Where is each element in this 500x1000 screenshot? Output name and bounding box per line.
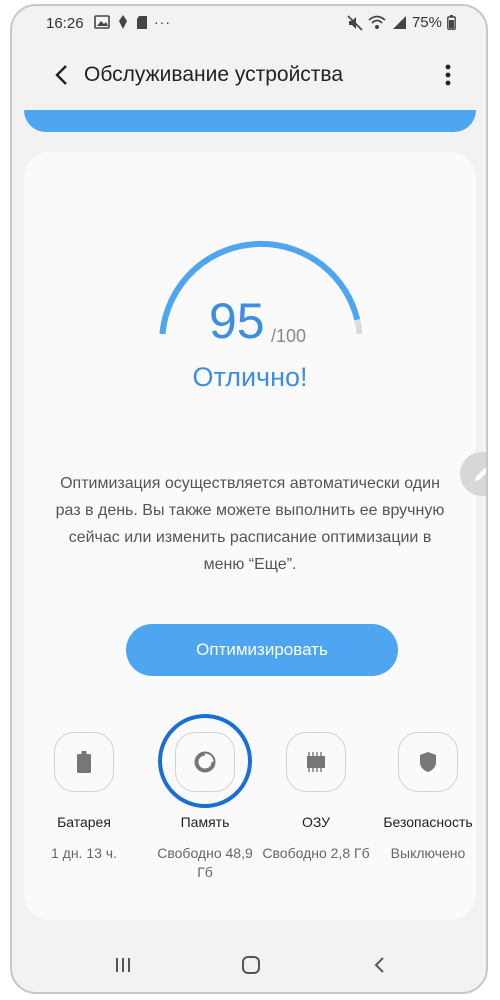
wifi-icon bbox=[368, 15, 386, 29]
more-options-button[interactable] bbox=[436, 60, 460, 90]
memory-chip-icon bbox=[307, 752, 325, 772]
feature-value: 1 дн. 13 ч. bbox=[50, 845, 117, 861]
device-care-card: 95 /100 Отлично! Оптимизация осуществляе… bbox=[24, 152, 476, 920]
feature-storage[interactable]: Память Свободно 48,9 Гб bbox=[150, 714, 260, 882]
previous-card-edge bbox=[24, 110, 476, 132]
feature-icon-box[interactable] bbox=[175, 732, 235, 792]
mute-icon bbox=[347, 14, 363, 31]
back-button[interactable] bbox=[46, 60, 76, 90]
pencil-icon bbox=[475, 468, 486, 481]
feature-grid: Батарея 1 дн. 13 ч. Память Свободно 48,9… bbox=[24, 714, 476, 892]
signal-icon bbox=[392, 16, 406, 29]
bixby-icon bbox=[119, 15, 127, 29]
feature-icon-box[interactable] bbox=[54, 732, 114, 792]
score-max: /100 bbox=[271, 326, 307, 346]
status-system-icons: 75% bbox=[347, 14, 456, 31]
feature-label: Безопасность bbox=[383, 814, 473, 830]
battery-percent: 75% bbox=[411, 14, 442, 31]
feature-label: Батарея bbox=[57, 814, 111, 830]
status-time: 16:26 bbox=[46, 15, 84, 32]
feature-label: Память bbox=[180, 814, 230, 830]
score-status: Отлично! bbox=[192, 362, 308, 392]
status-notification-icons: ··· bbox=[94, 14, 171, 30]
recents-icon bbox=[116, 958, 130, 972]
back-nav-icon bbox=[374, 957, 384, 973]
feature-security[interactable]: Безопасность Выключено bbox=[373, 732, 483, 863]
battery-status-icon bbox=[447, 15, 456, 30]
gallery-icon bbox=[94, 15, 110, 29]
feature-value: Выключено bbox=[390, 845, 466, 861]
page-title: Обслуживание устройства bbox=[84, 63, 344, 86]
status-more-dots: ··· bbox=[154, 14, 171, 30]
home-icon bbox=[242, 956, 260, 974]
feature-icon-box[interactable] bbox=[286, 732, 346, 792]
feature-label: ОЗУ bbox=[301, 814, 331, 830]
navigation-bar bbox=[12, 936, 486, 992]
feature-battery[interactable]: Батарея 1 дн. 13 ч. bbox=[29, 732, 139, 863]
shield-icon bbox=[420, 752, 436, 772]
sd-card-icon bbox=[137, 15, 147, 29]
score-value: 95 bbox=[209, 293, 265, 349]
home-button[interactable] bbox=[236, 950, 266, 980]
feature-value: Свободно 48,9 Гб bbox=[157, 845, 253, 880]
storage-pie-icon bbox=[194, 751, 216, 773]
app-bar: Обслуживание устройства bbox=[12, 46, 486, 106]
status-bar: 16:26 ··· 75% bbox=[12, 6, 486, 42]
recents-button[interactable] bbox=[108, 950, 138, 980]
optimize-button[interactable]: Оптимизировать bbox=[126, 624, 398, 676]
back-nav-button[interactable] bbox=[364, 950, 394, 980]
optimization-description: Оптимизация осуществляется автоматически… bbox=[55, 475, 445, 573]
feature-ram[interactable]: ОЗУ Свободно 2,8 Гб bbox=[261, 732, 371, 863]
battery-icon bbox=[77, 751, 91, 773]
chevron-left-icon bbox=[55, 65, 67, 85]
feature-value: Свободно 2,8 Гб bbox=[262, 845, 370, 861]
phone-frame: 16:26 ··· 75% Обслуживание устройства 95… bbox=[10, 4, 488, 994]
feature-icon-box[interactable] bbox=[398, 732, 458, 792]
more-vertical-icon bbox=[445, 64, 451, 86]
